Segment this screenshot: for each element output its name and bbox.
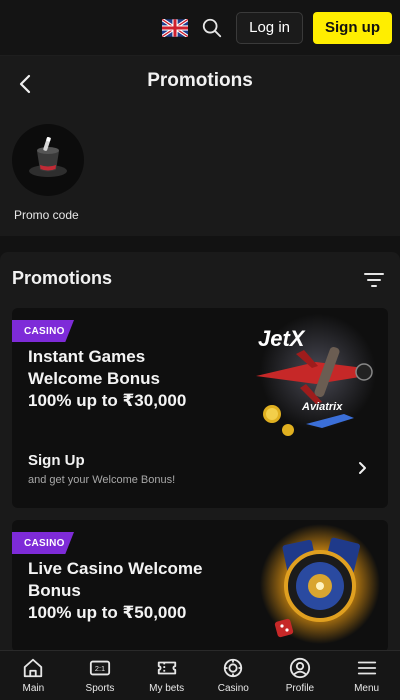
- promo-title: Instant Games Welcome Bonus 100% up to ₹…: [28, 347, 187, 410]
- page-title: Promotions: [147, 70, 253, 91]
- promo-title: Live Casino Welcome Bonus 100% up to ₹50…: [28, 559, 203, 622]
- ticket-icon: [157, 661, 176, 675]
- nav-label: My bets: [149, 683, 185, 694]
- promotions-section: Promotions CASINO Instant Games Welcome …: [0, 252, 400, 652]
- nav-label: Menu: [354, 683, 380, 694]
- nav-item-main[interactable]: Main: [0, 657, 66, 694]
- magic-hat-icon: [29, 136, 67, 177]
- top-bar: Log in Sign up: [0, 0, 400, 56]
- nav-label: Profile: [285, 683, 315, 694]
- nav-label: Main: [22, 683, 45, 694]
- promo-card-instant-games[interactable]: CASINO Instant Games Welcome Bonus 100% …: [12, 308, 388, 508]
- nav-label: Casino: [217, 683, 249, 694]
- section-title: Promotions: [12, 268, 113, 288]
- category-tag: CASINO: [12, 320, 74, 342]
- scoreboard-icon: 2:1: [89, 660, 111, 676]
- bottom-nav: Main 2:1 Sports My bets Casino Profile M…: [0, 650, 400, 700]
- category-tag: CASINO: [12, 532, 74, 554]
- roulette-artwork: [260, 524, 380, 644]
- user-icon: [289, 657, 311, 679]
- filter-icon[interactable]: [362, 268, 386, 292]
- uk-flag-icon[interactable]: [162, 18, 189, 37]
- nav-item-casino[interactable]: Casino: [200, 657, 266, 694]
- menu-icon: [357, 661, 376, 675]
- chip-icon: [224, 658, 243, 678]
- signup-button[interactable]: Sign up: [313, 11, 392, 44]
- promo-card-live-casino[interactable]: CASINO Live Casino Welcome Bonus 100% up…: [12, 520, 388, 652]
- login-button[interactable]: Log in: [236, 11, 303, 44]
- promo-code-label: Promo code: [14, 208, 79, 222]
- promo-cta[interactable]: Sign Up and get your Welcome Bonus!: [12, 444, 388, 508]
- home-icon: [24, 658, 43, 678]
- nav-item-my-bets[interactable]: My bets: [134, 657, 200, 694]
- nav-item-menu[interactable]: Menu: [334, 657, 400, 694]
- svg-text:Aviatrix: Aviatrix: [301, 401, 343, 413]
- chevron-right-icon: [359, 462, 366, 474]
- nav-item-sports[interactable]: 2:1 Sports: [67, 657, 133, 694]
- page-header: Promotions Promo code: [0, 56, 400, 236]
- search-button[interactable]: [198, 14, 226, 42]
- svg-text:2:1: 2:1: [95, 664, 105, 673]
- nav-label: Sports: [85, 683, 115, 694]
- cta-subtitle: and get your Welcome Bonus!: [28, 474, 176, 486]
- nav-item-profile[interactable]: Profile: [267, 657, 333, 694]
- cta-title: Sign Up: [28, 452, 85, 469]
- jetx-aviatrix-artwork: JetX Aviatrix: [256, 314, 376, 436]
- promo-code-button[interactable]: [12, 124, 84, 196]
- search-icon: [202, 18, 222, 37]
- svg-text:JetX: JetX: [258, 326, 306, 351]
